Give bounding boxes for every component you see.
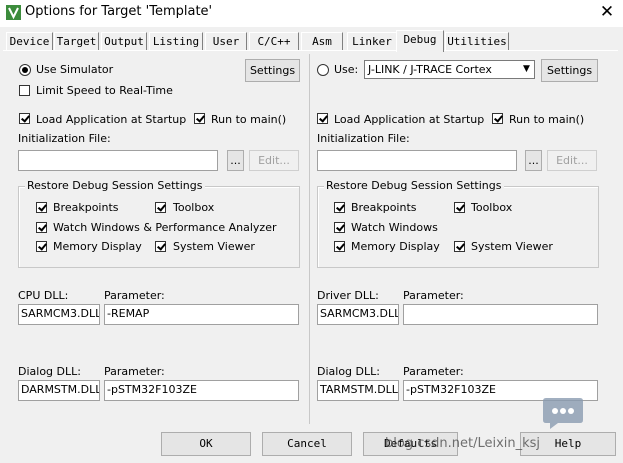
use-debugger-radio[interactable] bbox=[317, 64, 329, 76]
memory-display-label-left: Memory Display bbox=[53, 240, 142, 253]
debugger-select[interactable]: J-LINK / J-TRACE Cortex ▼ bbox=[364, 60, 535, 79]
toolbox-label-left: Toolbox bbox=[173, 201, 215, 214]
load-app-checkbox-right[interactable] bbox=[317, 113, 328, 124]
close-icon[interactable]: ✕ bbox=[596, 2, 618, 22]
init-file-input-right[interactable] bbox=[317, 150, 517, 171]
load-app-label-left: Load Application at Startup bbox=[36, 113, 187, 126]
tab-divider bbox=[3, 50, 618, 51]
use-simulator-radio[interactable] bbox=[19, 64, 31, 76]
system-viewer-checkbox-right[interactable] bbox=[454, 241, 465, 252]
cpu-param-label: Parameter: bbox=[104, 289, 165, 302]
chat-bubble-icon bbox=[543, 398, 583, 429]
load-app-label-right: Load Application at Startup bbox=[334, 113, 485, 126]
restore-group-title-left: Restore Debug Session Settings bbox=[25, 179, 205, 192]
tab-utilities[interactable]: Utilities bbox=[445, 32, 509, 51]
system-viewer-label-right: System Viewer bbox=[471, 240, 553, 253]
tab-linker[interactable]: Linker bbox=[347, 32, 397, 51]
app-icon bbox=[6, 5, 21, 20]
init-file-input-left[interactable] bbox=[18, 150, 218, 171]
dialog-param-label-right: Parameter: bbox=[403, 365, 464, 378]
dialog-dll-label-right: Dialog DLL: bbox=[317, 365, 380, 378]
run-to-main-checkbox-right[interactable] bbox=[492, 113, 503, 124]
init-file-browse-left[interactable]: ... bbox=[227, 150, 244, 171]
cancel-button[interactable]: Cancel bbox=[262, 432, 352, 456]
tab-device[interactable]: Device bbox=[6, 32, 53, 51]
watermark-text: blog.csdn.net/Leixin_ksj bbox=[385, 436, 541, 451]
system-viewer-checkbox-left[interactable] bbox=[155, 241, 166, 252]
tab-user[interactable]: User bbox=[205, 32, 247, 51]
cpu-dll-input[interactable]: SARMCM3.DLL bbox=[18, 304, 100, 325]
dialog-dll-label-left: Dialog DLL: bbox=[18, 365, 81, 378]
cpu-dll-label: CPU DLL: bbox=[18, 289, 69, 302]
tab-asm[interactable]: Asm bbox=[301, 32, 343, 51]
use-debugger-label: Use: bbox=[334, 63, 359, 76]
debugger-settings-button[interactable]: Settings bbox=[541, 59, 598, 82]
driver-dll-input[interactable]: SARMCM3.DLL bbox=[317, 304, 399, 325]
init-file-label-right: Initialization File: bbox=[317, 132, 410, 145]
window-title: Options for Target 'Template' bbox=[25, 4, 213, 19]
breakpoints-label-left: Breakpoints bbox=[53, 201, 119, 214]
load-app-checkbox-left[interactable] bbox=[19, 113, 30, 124]
breakpoints-label-right: Breakpoints bbox=[351, 201, 417, 214]
watch-windows-checkbox-right[interactable] bbox=[334, 222, 345, 233]
simulator-settings-button[interactable]: Settings bbox=[245, 59, 300, 82]
watch-windows-label-right: Watch Windows bbox=[351, 221, 438, 234]
toolbox-label-right: Toolbox bbox=[471, 201, 513, 214]
limit-speed-label: Limit Speed to Real-Time bbox=[36, 84, 173, 97]
tab-debug[interactable]: Debug bbox=[396, 30, 444, 52]
dialog-param-label-left: Parameter: bbox=[104, 365, 165, 378]
toolbox-checkbox-right[interactable] bbox=[454, 202, 465, 213]
debugger-select-value: J-LINK / J-TRACE Cortex bbox=[368, 63, 492, 76]
tab-c-cpp[interactable]: C/C++ bbox=[249, 32, 299, 51]
dialog-param-input-left[interactable]: -pSTM32F103ZE bbox=[104, 380, 299, 401]
tab-output[interactable]: Output bbox=[101, 32, 147, 51]
restore-group-title-right: Restore Debug Session Settings bbox=[324, 179, 504, 192]
use-simulator-label: Use Simulator bbox=[36, 63, 114, 76]
tab-listing[interactable]: Listing bbox=[149, 32, 203, 51]
limit-speed-checkbox[interactable] bbox=[19, 85, 30, 96]
system-viewer-label-left: System Viewer bbox=[173, 240, 255, 253]
chevron-down-icon: ▼ bbox=[523, 64, 530, 74]
run-to-main-checkbox-left[interactable] bbox=[194, 113, 205, 124]
watch-windows-checkbox-left[interactable] bbox=[36, 222, 47, 233]
run-to-main-label-left: Run to main() bbox=[211, 113, 287, 126]
memory-display-checkbox-left[interactable] bbox=[36, 241, 47, 252]
memory-display-checkbox-right[interactable] bbox=[334, 241, 345, 252]
init-file-edit-right[interactable]: Edit... bbox=[547, 150, 597, 171]
init-file-label-left: Initialization File: bbox=[18, 132, 111, 145]
toolbox-checkbox-left[interactable] bbox=[155, 202, 166, 213]
panel-divider bbox=[309, 54, 310, 424]
driver-dll-label: Driver DLL: bbox=[317, 289, 379, 302]
cpu-param-input[interactable]: -REMAP bbox=[104, 304, 299, 325]
init-file-edit-left[interactable]: Edit... bbox=[249, 150, 299, 171]
ok-button[interactable]: OK bbox=[161, 432, 251, 456]
tab-target[interactable]: Target bbox=[54, 32, 99, 51]
breakpoints-checkbox-left[interactable] bbox=[36, 202, 47, 213]
dialog-dll-input-right[interactable]: TARMSTM.DLL bbox=[317, 380, 399, 401]
run-to-main-label-right: Run to main() bbox=[509, 113, 585, 126]
driver-param-input[interactable] bbox=[403, 304, 598, 325]
breakpoints-checkbox-right[interactable] bbox=[334, 202, 345, 213]
dialog-dll-input-left[interactable]: DARMSTM.DLL bbox=[18, 380, 100, 401]
init-file-browse-right[interactable]: ... bbox=[525, 150, 542, 171]
driver-param-label: Parameter: bbox=[403, 289, 464, 302]
memory-display-label-right: Memory Display bbox=[351, 240, 440, 253]
watch-windows-label-left: Watch Windows & Performance Analyzer bbox=[53, 221, 277, 234]
